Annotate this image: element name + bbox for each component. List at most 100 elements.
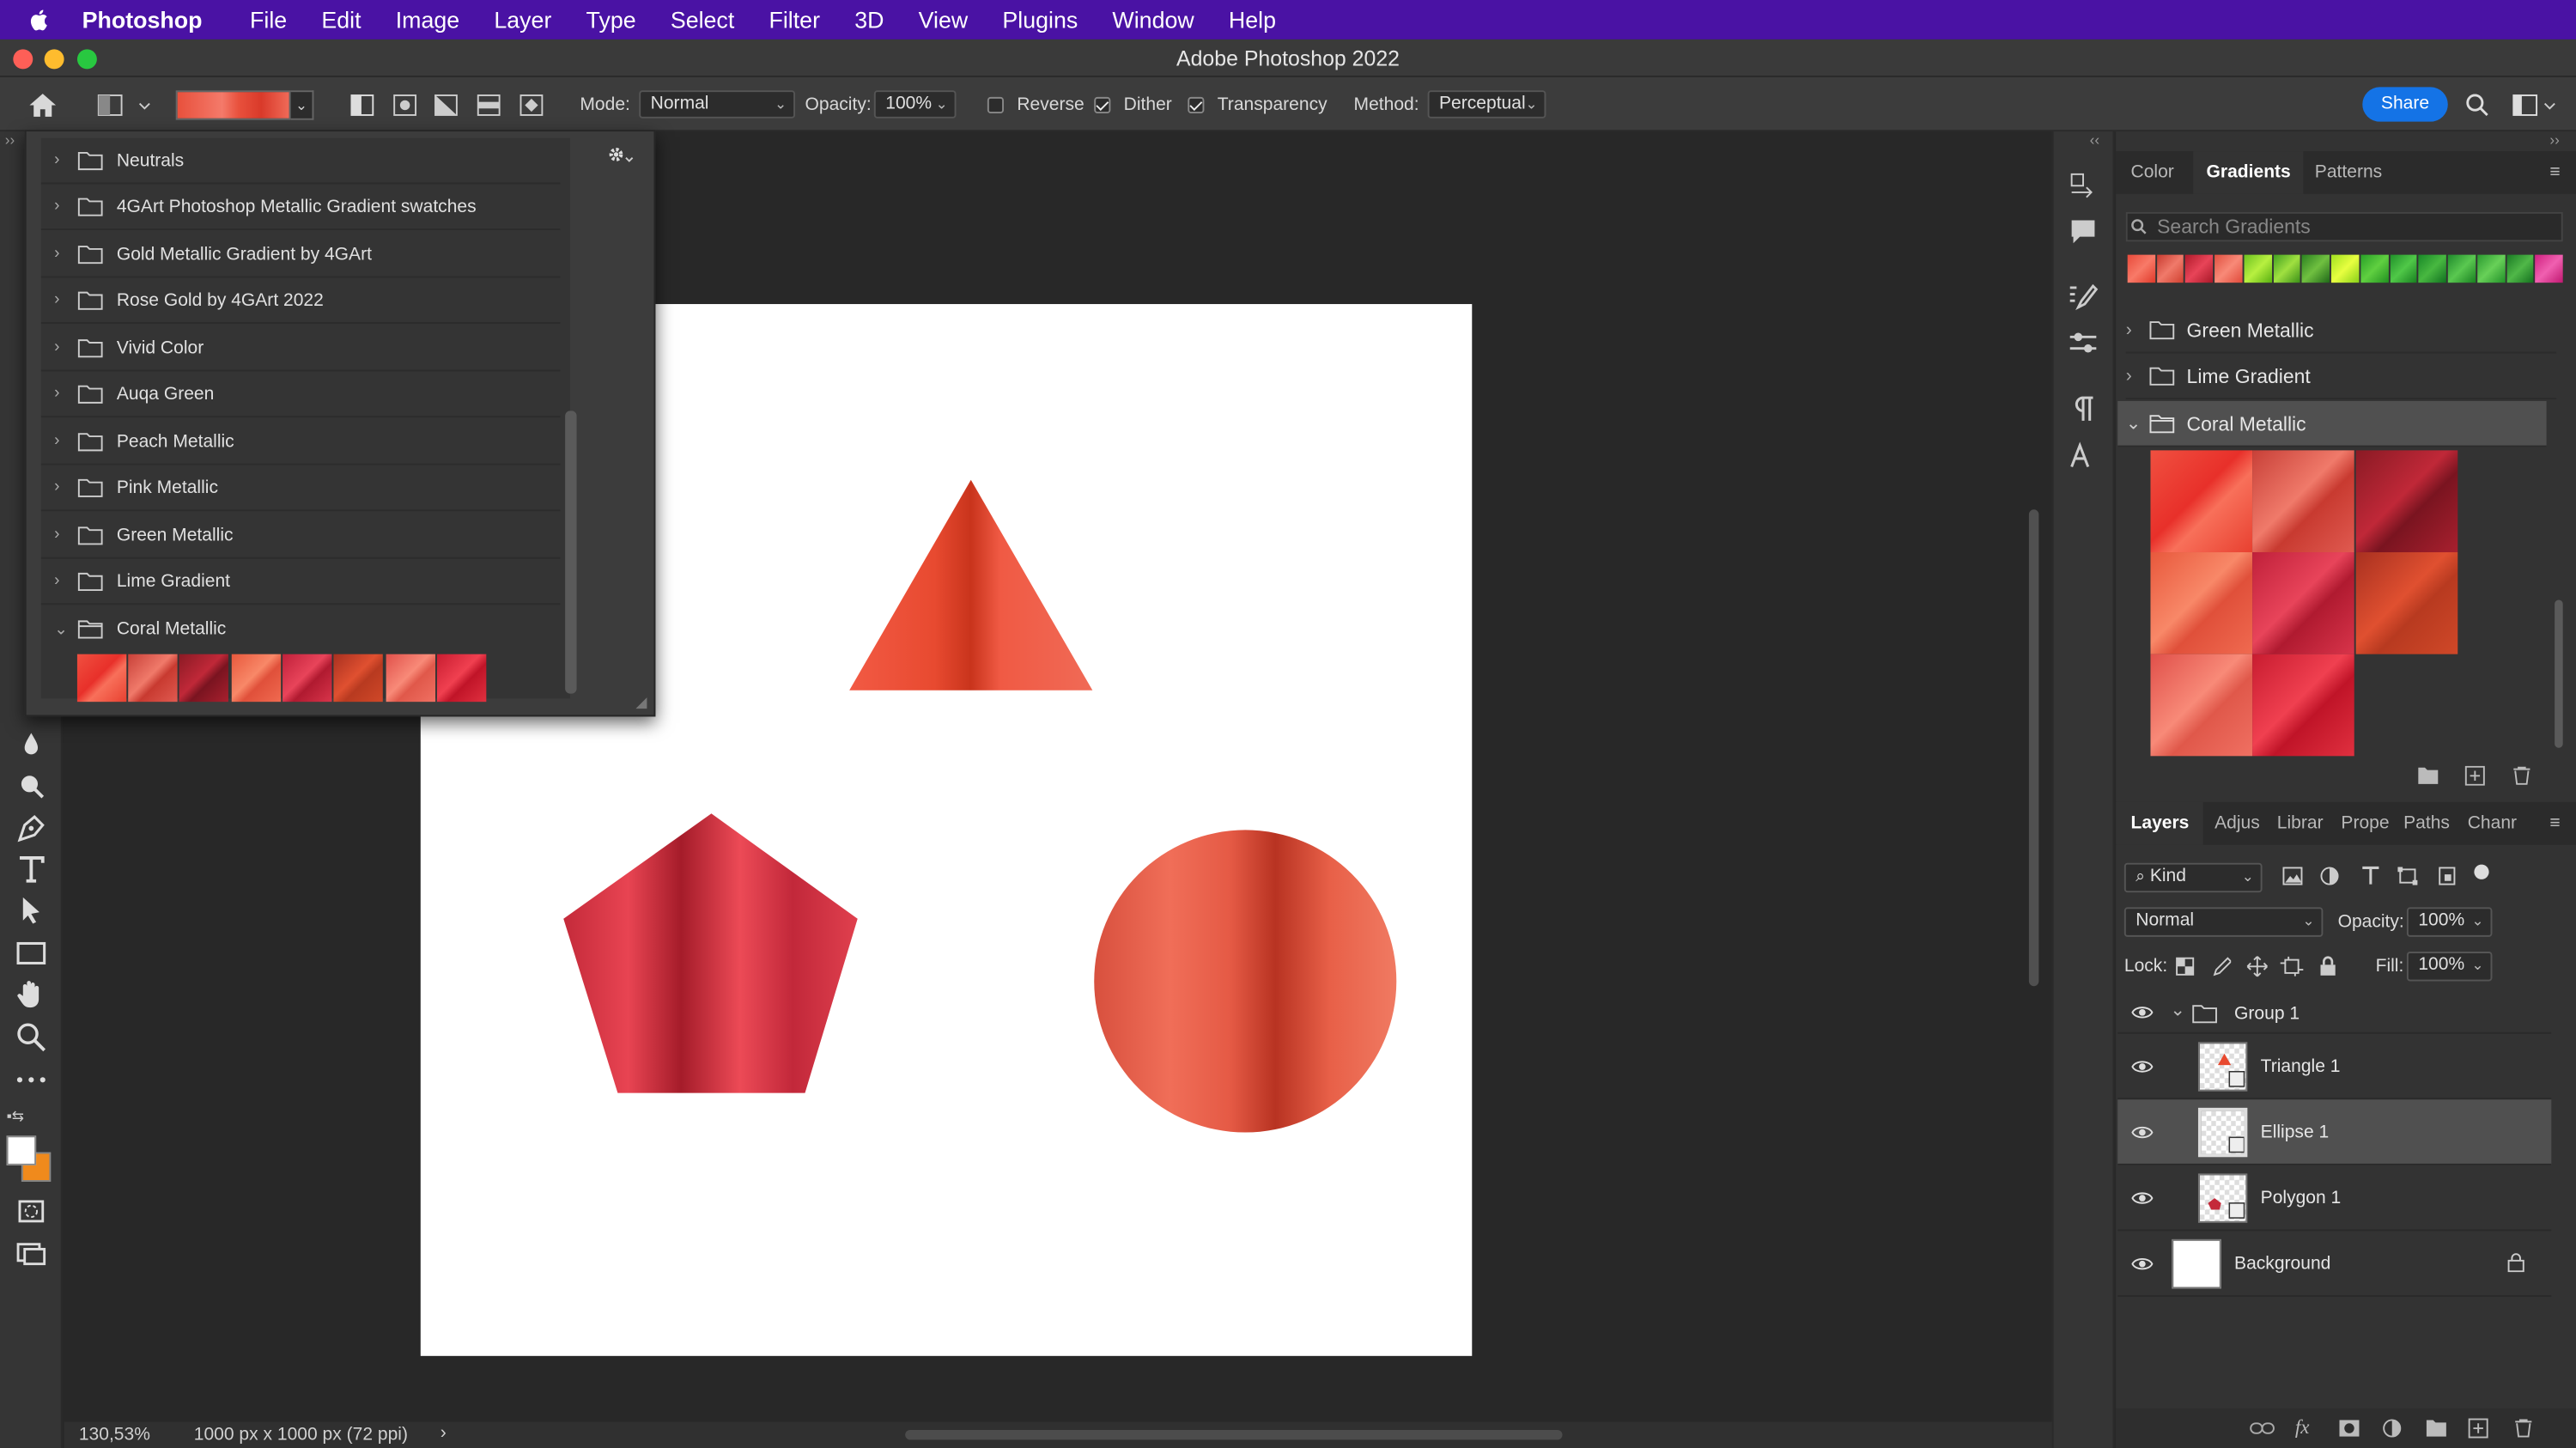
tool-preset-picker[interactable] [97, 77, 156, 131]
new-layer-icon[interactable] [2468, 1418, 2491, 1439]
gradient-group-expanded[interactable]: ⌄ Coral Metallic [2117, 400, 2547, 447]
lock-artboard-icon[interactable] [2280, 956, 2304, 976]
gradient-swatch[interactable] [2215, 254, 2243, 283]
chevron-right-icon[interactable]: › [54, 526, 67, 544]
screen-mode-icon[interactable] [13, 1236, 49, 1272]
collapse-strip-icon[interactable]: ‹‹ [2090, 131, 2099, 148]
preset-folder[interactable]: › Green Metallic [40, 513, 561, 559]
filter-toggle-icon[interactable] [2474, 864, 2489, 879]
transparency-checkbox[interactable] [1188, 95, 1205, 113]
menu-layer[interactable]: Layer [494, 7, 551, 33]
home-icon[interactable] [28, 77, 58, 131]
transparency-toggle[interactable]: Transparency [1188, 77, 1327, 131]
preset-folder[interactable]: › Neutrals [40, 138, 561, 185]
gradient-swatch[interactable] [2273, 254, 2301, 283]
preset-folder[interactable]: › 4GArt Photoshop Metallic Gradient swatc… [40, 184, 561, 230]
preset-folder[interactable]: › Peach Metallic [40, 419, 561, 465]
vertical-scrollbar[interactable] [2028, 509, 2039, 987]
tab-color[interactable]: Color [2131, 151, 2174, 194]
reflected-gradient-button[interactable] [475, 77, 504, 131]
menu-3d[interactable]: 3D [854, 7, 884, 33]
chevron-down-icon[interactable]: ⌄ [54, 620, 68, 638]
layer-filter-dropdown[interactable]: ⌕ Kind ⌄ [2123, 862, 2263, 893]
status-chevron-icon[interactable]: › [440, 1423, 447, 1443]
share-button[interactable]: Share [2362, 87, 2448, 122]
gradient-tile[interactable] [2355, 552, 2458, 654]
menu-select[interactable]: Select [671, 7, 734, 33]
fill-field[interactable]: 100% ⌄ [2406, 952, 2493, 982]
reverse-toggle[interactable]: Reverse [987, 77, 1084, 131]
tab-paths[interactable]: Paths [2403, 802, 2450, 845]
tab-gradients[interactable]: Gradients [2193, 151, 2305, 194]
gradient-tile[interactable] [2150, 450, 2253, 553]
hand-tool-icon[interactable] [13, 976, 49, 1013]
menu-app-name[interactable]: Photoshop [82, 7, 203, 33]
chevron-down-icon[interactable]: ⌄ [2126, 412, 2149, 434]
gradient-tile[interactable] [2252, 450, 2354, 553]
chevron-right-icon[interactable]: › [54, 385, 67, 403]
eye-icon[interactable] [2131, 1058, 2154, 1074]
path-selection-tool-icon[interactable] [13, 892, 49, 928]
tab-channels[interactable]: Chanr [2468, 802, 2517, 845]
chevron-right-icon[interactable]: › [54, 338, 67, 356]
preset-folder[interactable]: › Auqa Green [40, 372, 561, 418]
history-icon[interactable] [2067, 171, 2099, 200]
lock-pixels-icon[interactable] [2211, 957, 2232, 976]
gradient-swatch[interactable] [2476, 254, 2505, 283]
new-group-icon[interactable] [2416, 766, 2439, 786]
zoom-tool-icon[interactable] [13, 1019, 49, 1056]
comments-icon[interactable] [2067, 217, 2099, 246]
lock-position-icon[interactable] [2245, 955, 2269, 978]
gradient-swatch[interactable] [231, 654, 282, 703]
gradient-swatch[interactable] [436, 654, 487, 703]
default-colors-icon[interactable]: ▪⇆ [7, 1108, 25, 1126]
method-dropdown[interactable]: Perceptual ⌄ [1427, 90, 1546, 119]
brush-settings-icon[interactable] [2067, 329, 2099, 358]
triangle-shape[interactable] [849, 479, 1093, 691]
menu-filter[interactable]: Filter [769, 7, 820, 33]
tab-patterns[interactable]: Patterns [2315, 151, 2382, 194]
polygon-shape[interactable] [563, 813, 858, 1093]
gradient-group[interactable]: › Lime Gradient [2125, 353, 2557, 400]
link-layers-icon[interactable] [2249, 1420, 2275, 1436]
layer-row[interactable]: Triangle 1 [2117, 1034, 2552, 1100]
fx-icon[interactable]: fx [2295, 1415, 2310, 1440]
gradient-swatch[interactable] [128, 654, 178, 703]
gradient-swatch[interactable] [2506, 254, 2534, 283]
mode-dropdown[interactable]: Normal ⌄ [639, 90, 796, 119]
chevron-right-icon[interactable]: › [54, 572, 67, 590]
layer-opacity-field[interactable]: 100% ⌄ [2406, 907, 2493, 937]
filter-shape-icon[interactable] [2397, 867, 2420, 886]
chevron-right-icon[interactable]: › [54, 291, 67, 309]
more-tools-icon[interactable] [13, 1062, 49, 1098]
quick-mask-icon[interactable] [13, 1193, 49, 1229]
workspace-icon[interactable] [2512, 77, 2558, 131]
paragraph-icon[interactable] [2067, 394, 2099, 423]
collapse-toolbar-icon[interactable]: ›› [5, 131, 15, 148]
eye-icon[interactable] [2131, 1190, 2154, 1207]
chevron-right-icon[interactable]: › [2126, 319, 2149, 339]
layer-row-group[interactable]: ⌄ Group 1 [2117, 995, 2552, 1034]
preset-folder[interactable]: › Gold Metallic Gradient by 4GArt [40, 232, 561, 278]
trash-icon[interactable] [2512, 1419, 2535, 1439]
eye-icon[interactable] [2131, 1256, 2154, 1272]
apple-icon[interactable] [27, 7, 56, 33]
menu-window[interactable]: Window [1112, 7, 1194, 33]
search-icon[interactable] [2464, 77, 2491, 131]
filter-adjustment-icon[interactable] [2320, 867, 2343, 886]
gradient-swatch[interactable] [2302, 254, 2330, 283]
dodge-tool-icon[interactable] [13, 768, 49, 804]
gradient-swatch[interactable] [2535, 254, 2563, 283]
blur-tool-icon[interactable] [13, 727, 49, 763]
radial-gradient-button[interactable] [391, 77, 420, 131]
gradient-tile[interactable] [2150, 654, 2253, 757]
filter-smart-object-icon[interactable] [2436, 867, 2459, 886]
lock-all-icon[interactable] [2318, 955, 2338, 976]
gradient-swatch[interactable] [179, 654, 228, 703]
gradient-swatch[interactable] [283, 654, 332, 703]
panel-menu-icon[interactable]: ≡ [2549, 151, 2560, 194]
panel-menu-icon[interactable]: ≡ [2549, 802, 2560, 845]
menu-type[interactable]: Type [586, 7, 636, 33]
gradient-swatch[interactable] [2390, 254, 2418, 283]
preset-folder-expanded[interactable]: ⌄ Coral Metallic [41, 606, 561, 653]
